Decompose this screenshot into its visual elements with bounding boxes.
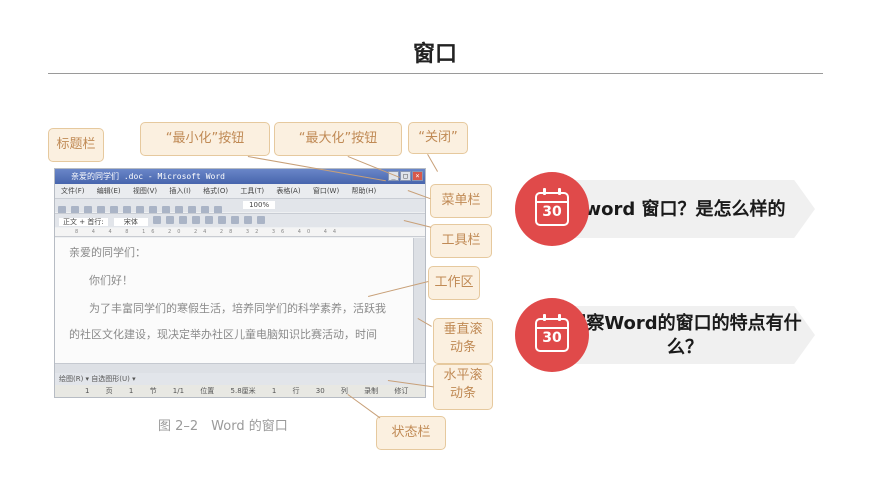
indent-icon[interactable]: [244, 216, 253, 224]
menu-view[interactable]: 视图(V): [133, 187, 157, 195]
menu-window[interactable]: 窗口(W): [313, 187, 339, 195]
font-select[interactable]: 宋体: [113, 218, 148, 226]
callout-vscroll: 垂直滚动条: [433, 318, 493, 364]
menu-format[interactable]: 格式(O): [203, 187, 228, 195]
figure-caption: 图 2–2 Word 的窗口: [158, 419, 288, 434]
maximize-button[interactable]: □: [400, 171, 411, 181]
menu-table[interactable]: 表格(A): [276, 187, 300, 195]
list-icon[interactable]: [231, 216, 240, 224]
calendar-icon: 30: [535, 314, 569, 352]
document-area[interactable]: 亲爱的同学们： 你们好！ 为了丰富同学们的寒假生活，培养同学们的科学素养，活跃我…: [55, 238, 413, 363]
vertical-scrollbar[interactable]: [413, 238, 425, 363]
question-item-1: word 窗口？是怎么样的 30: [515, 172, 815, 246]
question-text: word 窗口？是怎么样的: [584, 198, 786, 220]
doc-line: 你们好！: [89, 274, 133, 287]
word-menu-bar: 文件(F) 编辑(E) 视图(V) 插入(I) 格式(O) 工具(T) 表格(A…: [55, 184, 425, 198]
callout-tool-bar: 工具栏: [430, 224, 492, 258]
menu-file[interactable]: 文件(F): [61, 187, 85, 195]
calendar-number: 30: [542, 330, 562, 346]
callout-minimize: “最小化”按钮: [140, 122, 270, 156]
word-status-bar: 1 页 1 节 1/1 位置 5.8厘米 1 行 30 列 录制 修订 扩展 改…: [55, 385, 425, 397]
calendar-number: 30: [542, 204, 562, 220]
doc-line: 亲爱的同学们：: [69, 246, 146, 259]
bold-icon[interactable]: [153, 216, 162, 224]
align-center-icon[interactable]: [205, 216, 214, 224]
calendar-badge: 30: [515, 172, 589, 246]
close-button[interactable]: ×: [412, 171, 423, 181]
callout-hscroll: 水平滚动条: [433, 364, 493, 410]
calendar-badge: 30: [515, 298, 589, 372]
calendar-icon: 30: [535, 188, 569, 226]
underline-icon[interactable]: [179, 216, 188, 224]
style-select[interactable]: 正文 + 首行:: [59, 218, 108, 226]
question-item-2: 观察Word的窗口的特点有什么？ 30: [515, 298, 815, 372]
word-window-figure: 亲爱的同学们 .doc - Microsoft Word _ □ × 文件(F)…: [48, 118, 508, 458]
callout-close: “关闭”: [408, 122, 468, 154]
zoom-select[interactable]: 100%: [243, 201, 276, 209]
align-left-icon[interactable]: [192, 216, 201, 224]
callout-menu-bar: 菜单栏: [430, 184, 492, 218]
title-divider: [48, 73, 823, 74]
format-toolbar: 正文 + 首行: 宋体: [55, 213, 425, 227]
menu-help[interactable]: 帮助(H): [351, 187, 376, 195]
italic-icon[interactable]: [166, 216, 175, 224]
word-screenshot: 亲爱的同学们 .doc - Microsoft Word _ □ × 文件(F)…: [54, 168, 426, 398]
menu-tools[interactable]: 工具(T): [240, 187, 264, 195]
leader-line: [427, 154, 438, 172]
callout-title-bar: 标题栏: [48, 128, 104, 162]
ruler: 8 4 4 8 16 20 24 28 32 36 40 44: [55, 228, 425, 237]
question-text: 观察Word的窗口的特点有什么？: [568, 312, 802, 358]
callout-status-bar: 状态栏: [376, 416, 446, 450]
menu-insert[interactable]: 插入(I): [169, 187, 191, 195]
callout-maximize: “最大化”按钮: [274, 122, 402, 156]
doc-line: 为了丰富同学们的寒假生活，培养同学们的科学素养，活跃我: [89, 302, 386, 315]
drawing-toolbar[interactable]: 绘图(R) ▾ 自选图形(U) ▾: [55, 373, 425, 385]
font-color-icon[interactable]: [257, 216, 266, 224]
callout-work-area: 工作区: [428, 266, 480, 300]
align-right-icon[interactable]: [218, 216, 227, 224]
word-window-title: 亲爱的同学们 .doc - Microsoft Word: [71, 172, 225, 181]
page-title: 窗口: [412, 42, 457, 67]
menu-edit[interactable]: 编辑(E): [97, 187, 121, 195]
standard-toolbar: 100%: [55, 198, 425, 214]
doc-line: 的社区文化建设，现决定举办社区儿童电脑知识比赛活动，时间: [69, 328, 377, 341]
